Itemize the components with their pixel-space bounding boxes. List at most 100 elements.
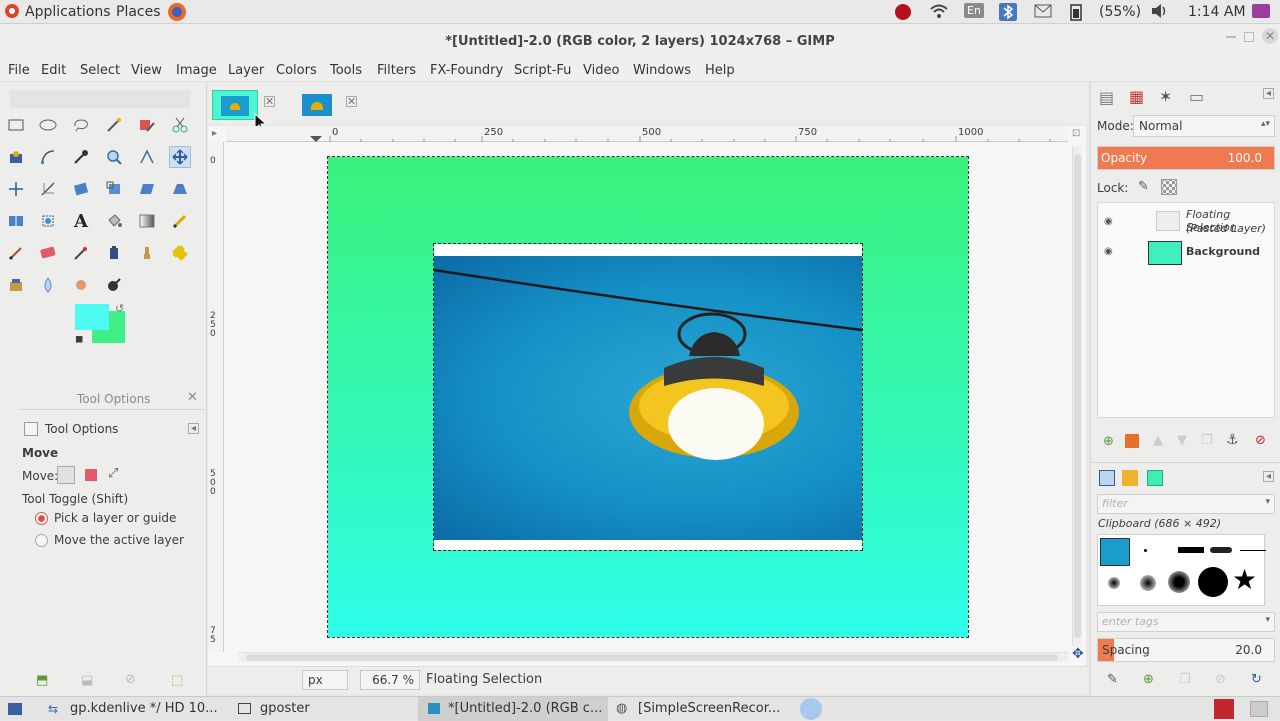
dock-menu-icon[interactable]: ◂ — [1263, 88, 1274, 99]
spacing-slider[interactable]: Spacing 20.0 — [1097, 638, 1275, 662]
image-tab-active[interactable] — [212, 90, 258, 120]
image-tab-2[interactable] — [294, 90, 340, 120]
reset-options-icon[interactable]: ⬚ — [171, 673, 183, 688]
brush-tags-input[interactable]: enter tags ▾ — [1097, 612, 1275, 632]
paths-icon[interactable] — [37, 146, 59, 168]
close-tab-icon[interactable]: ✕ — [346, 96, 357, 107]
lock-alpha-icon[interactable] — [1161, 179, 1177, 195]
smudge-icon[interactable] — [70, 274, 92, 296]
menu-view[interactable]: View — [131, 63, 162, 78]
pdf-app-icon[interactable] — [1214, 699, 1234, 719]
zoom-to-fit-icon[interactable]: ⊡ — [1072, 128, 1080, 139]
firefox-icon[interactable] — [167, 2, 187, 26]
airbrush-icon[interactable] — [70, 242, 92, 264]
scale-icon[interactable] — [103, 178, 125, 200]
new-layer-icon[interactable]: ⊕ — [1103, 434, 1114, 449]
raise-layer-icon[interactable]: ▲ — [1153, 433, 1163, 448]
scissors-icon[interactable] — [169, 114, 191, 136]
delete-options-icon[interactable]: ⊘ — [125, 672, 136, 687]
ubuntu-logo-icon[interactable] — [4, 3, 20, 23]
foreground-color-swatch[interactable] — [75, 304, 109, 330]
default-colors-icon[interactable]: ◼ — [75, 334, 83, 345]
shear-icon[interactable] — [136, 178, 158, 200]
wifi-icon[interactable] — [930, 3, 948, 23]
heal-icon[interactable] — [169, 242, 191, 264]
volume-icon[interactable] — [1150, 3, 1168, 23]
vertical-scrollbar[interactable] — [1072, 146, 1082, 646]
trash-icon[interactable] — [1250, 701, 1268, 717]
brush-item[interactable] — [1108, 577, 1120, 589]
delete-layer-icon[interactable]: ⊘ — [1255, 433, 1266, 448]
close-window-icon[interactable]: ✕ — [1262, 28, 1278, 44]
menu-help[interactable]: Help — [705, 63, 735, 78]
vertical-ruler[interactable]: 0 250 500 75 — [208, 142, 224, 652]
record-indicator-icon[interactable] — [893, 3, 913, 25]
restore-options-icon[interactable]: ⬓ — [81, 673, 93, 688]
color-picker-icon[interactable] — [70, 146, 92, 168]
brush-item[interactable] — [1140, 575, 1156, 591]
move-selection-icon[interactable] — [85, 469, 97, 481]
horizontal-scrollbar[interactable] — [238, 652, 1068, 662]
opacity-slider[interactable]: Opacity 100.0 — [1097, 146, 1275, 170]
workspace-switcher-icon[interactable] — [800, 698, 822, 720]
menu-tools[interactable]: Tools — [330, 63, 362, 78]
duplicate-brush-icon[interactable]: ❐ — [1179, 672, 1191, 687]
flip-icon[interactable] — [5, 210, 27, 232]
layer-row[interactable]: ◉ Floating Selection (Pasted Layer) — [1098, 207, 1274, 237]
zoom-icon[interactable] — [103, 146, 125, 168]
zoom-select[interactable]: 66.7 % — [360, 670, 420, 690]
cage-transform-icon[interactable] — [37, 210, 59, 232]
applications-menu[interactable]: Applications — [25, 4, 111, 20]
menu-filters[interactable]: Filters — [377, 63, 416, 78]
brush-item[interactable] — [1198, 567, 1228, 597]
channels-tab-icon[interactable]: ▦ — [1129, 87, 1144, 106]
align-icon[interactable] — [5, 178, 27, 200]
radio-pick-layer[interactable] — [35, 512, 48, 525]
brush-item[interactable] — [1240, 550, 1266, 551]
minimize-icon[interactable] — [1226, 36, 1236, 38]
delete-brush-icon[interactable]: ⊘ — [1215, 672, 1226, 687]
clock[interactable]: 1:14 AM — [1188, 4, 1246, 20]
lasso-icon[interactable] — [70, 114, 92, 136]
text-tool-icon[interactable]: A — [70, 210, 92, 232]
scroll-thumb[interactable] — [246, 654, 1058, 661]
dodge-burn-icon[interactable] — [103, 274, 125, 296]
rect-select-icon[interactable] — [5, 114, 27, 136]
perspective-icon[interactable] — [169, 178, 191, 200]
show-desktop-icon[interactable] — [8, 703, 22, 715]
mail-icon[interactable] — [1034, 4, 1052, 22]
move-layer-icon[interactable] — [57, 466, 75, 484]
brush-filter-input[interactable]: filter ▾ — [1097, 494, 1275, 514]
brush-star-icon[interactable]: ★ — [1232, 565, 1257, 595]
bluetooth-icon[interactable] — [999, 3, 1017, 25]
menu-windows[interactable]: Windows — [633, 63, 691, 78]
mode-select[interactable]: Normal ▴▾ — [1133, 115, 1275, 137]
taskbar-item-kdenlive[interactable]: gp.kdenlive */ HD 10... — [70, 701, 218, 716]
radio-move-active-label[interactable]: Move the active layer — [54, 533, 184, 547]
layers-tab-icon[interactable]: ▤ — [1099, 88, 1114, 107]
panel-menu-icon[interactable]: ◂ — [188, 423, 199, 434]
brush-item[interactable] — [1168, 571, 1190, 593]
pencil-icon[interactable] — [169, 210, 191, 232]
eye-icon[interactable]: ◉ — [1104, 216, 1113, 227]
foreground-select-icon[interactable] — [5, 146, 27, 168]
fuzzy-select-icon[interactable] — [103, 114, 125, 136]
menu-fx-foundry[interactable]: FX-Foundry — [430, 63, 503, 78]
tab-tool-options[interactable]: Tool Options — [18, 420, 138, 440]
crop-icon[interactable] — [37, 178, 59, 200]
move-tool-icon[interactable] — [169, 146, 191, 168]
close-panel-icon[interactable]: ✕ — [187, 390, 198, 405]
menu-image[interactable]: Image — [176, 63, 217, 78]
eye-icon[interactable]: ◉ — [1104, 246, 1113, 257]
ellipse-select-icon[interactable] — [37, 114, 59, 136]
dock-menu-icon[interactable]: ◂ — [1263, 471, 1274, 482]
places-menu[interactable]: Places — [116, 4, 161, 20]
scroll-thumb[interactable] — [1074, 154, 1081, 638]
rotate-icon[interactable] — [70, 178, 92, 200]
new-brush-icon[interactable]: ⊕ — [1143, 672, 1154, 687]
brushes-tab-icon[interactable] — [1099, 470, 1115, 486]
unit-select[interactable]: px — [302, 670, 348, 690]
taskbar-item-gimp-active[interactable]: *[Untitled]-2.0 (RGB c... — [418, 697, 608, 721]
paintbrush-icon[interactable] — [5, 242, 27, 264]
eraser-icon[interactable] — [37, 242, 59, 264]
